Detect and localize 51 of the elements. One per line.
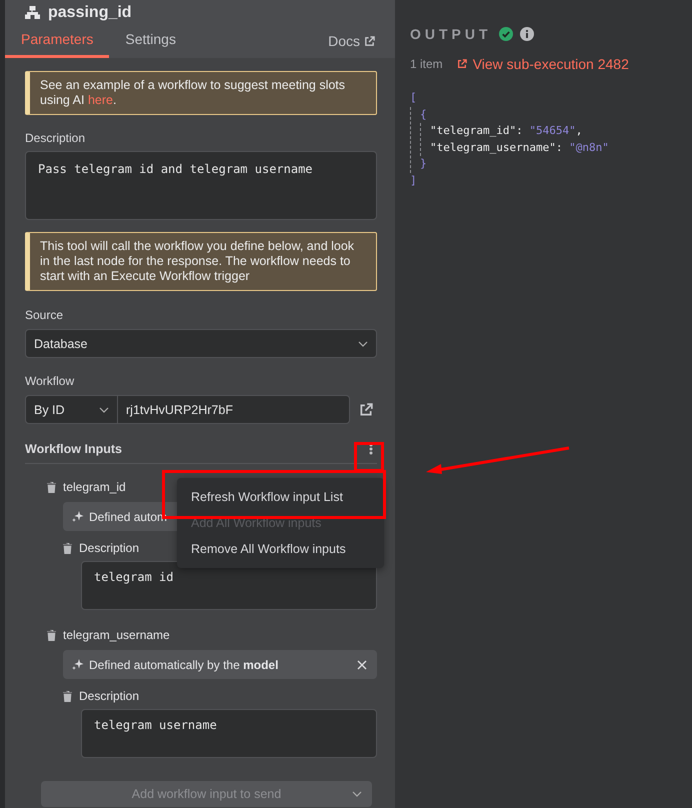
sub-execution-link[interactable]: View sub-execution 2482 [456,56,629,72]
open-link-icon [359,402,373,416]
close-icon[interactable] [357,660,367,670]
json-bracket: ] [410,174,417,186]
json-key: "telegram_id": [430,124,523,137]
json-bracket: [ [410,91,417,104]
notice-text: See an example of a workflow to suggest meeting slots using AI here. [25,71,377,115]
trash-icon[interactable] [47,482,56,492]
json-bracket: { [420,108,427,120]
check-circle-icon [498,27,513,41]
json-comma: , [576,124,582,137]
workflow-id-field[interactable]: rj1tvHvURP2Hr7bF [118,395,350,424]
chevron-down-icon [99,406,109,412]
field-label: Workflow [25,374,76,388]
network-icon [25,6,40,19]
docs-link[interactable]: Docs [328,33,375,58]
sparkle-icon [71,510,84,523]
trash-icon[interactable] [63,690,72,702]
output-title: OUTPUT [410,26,492,42]
description-field[interactable]: telegram id [81,561,377,610]
field-label: Description [79,541,140,555]
json-bracket: } [420,157,427,170]
json-value: "@n8n" [569,140,609,154]
info-callout: This tool will call the workflow you define below, and look in the last node for the response. The workflow needs to start with an Execute Workflow trigger [25,232,377,291]
field-label: Description [25,131,86,145]
menu-item[interactable]: Refresh Workflow input List [177,484,384,510]
kebab-menu-icon[interactable] [369,442,373,454]
json-value: "54654" [529,124,576,137]
mode-select[interactable]: By ID [25,395,118,424]
field-label: Source [25,308,64,322]
description-field[interactable]: telegram username [81,709,377,758]
menu-item[interactable]: Remove All Workflow inputs [177,536,384,562]
section-title: Workflow Inputs [25,442,122,456]
field-label: Description [79,689,140,703]
sparkle-icon [71,658,84,671]
trash-icon[interactable] [63,542,72,554]
chip-text: Defined automatically by the model [89,658,278,672]
chevron-down-icon [352,791,362,797]
info-icon[interactable] [520,27,534,41]
external-link-icon [364,36,375,46]
chevron-down-icon [358,340,368,346]
item-count: 1 item [410,57,443,71]
json-key: "telegram_username": [430,140,562,154]
node-title: passing_id [48,4,132,22]
input-name: telegram_id [63,480,126,494]
description-field[interactable]: Pass telegram id and telegram username [25,151,377,220]
external-link-icon [456,59,467,69]
trash-icon[interactable] [47,630,56,640]
source-select[interactable]: Database [25,329,377,358]
tab[interactable]: Settings [109,31,192,58]
input-name: telegram_username [63,628,170,642]
